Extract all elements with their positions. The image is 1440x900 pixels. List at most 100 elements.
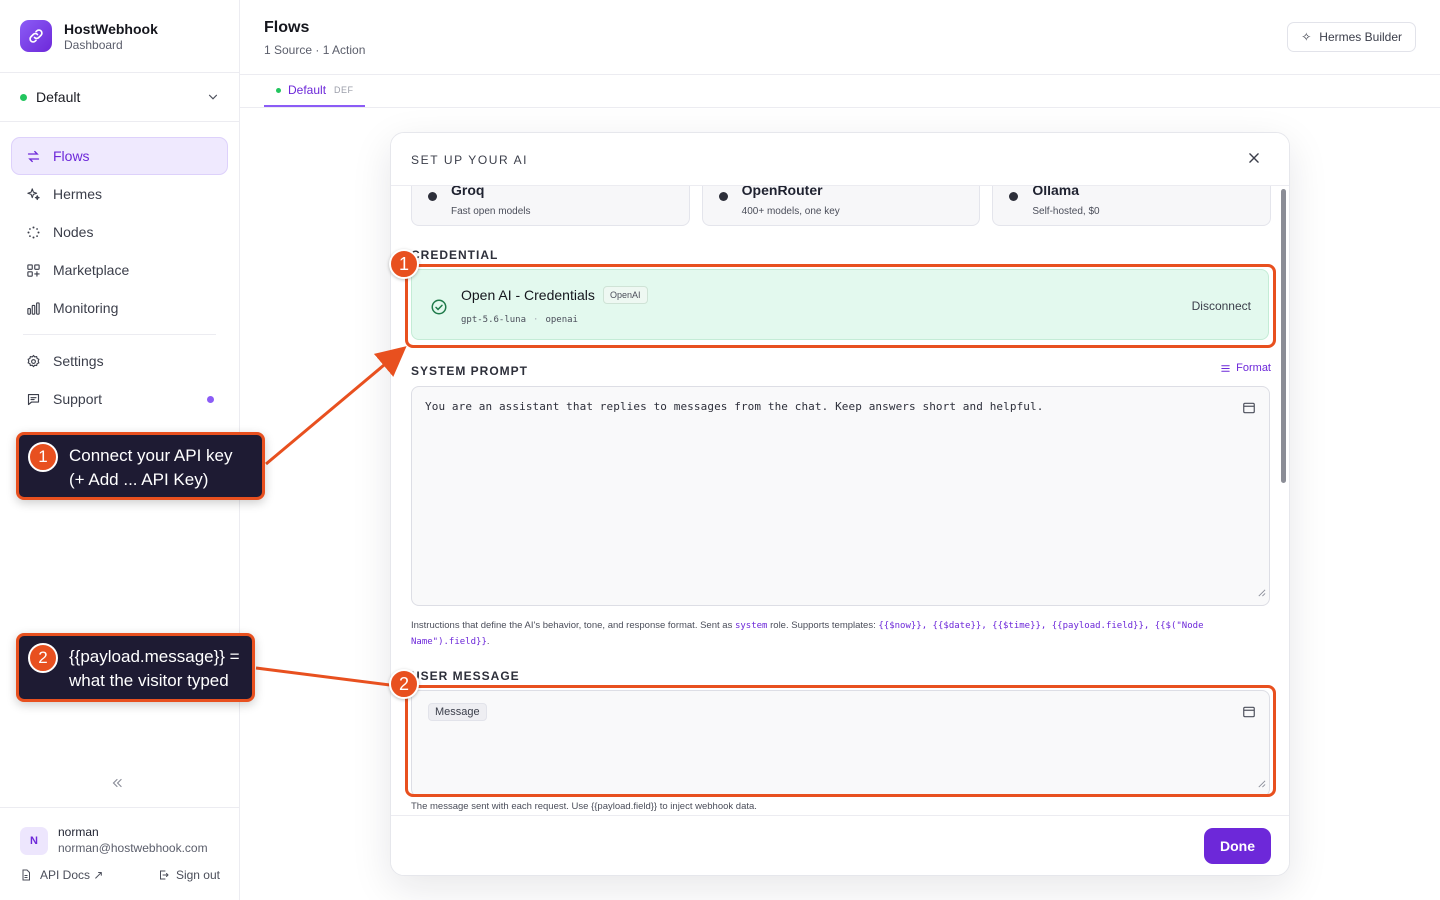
arrow-1 [265, 346, 407, 466]
provider-desc: Fast open models [451, 206, 531, 217]
arrow-2 [255, 666, 399, 688]
provider-desc: Self-hosted, $0 [1032, 206, 1100, 217]
sidebar-item-flows[interactable]: Flows [11, 137, 228, 175]
sidebar-item-label: Settings [53, 353, 104, 369]
brand-name: HostWebhook [64, 20, 158, 37]
system-prompt-label: SYSTEM PROMPT [411, 364, 529, 378]
callout-2: 2 {{payload.message}} = what the visitor… [16, 633, 255, 702]
system-prompt-value: You are an assistant that replies to mes… [425, 400, 1044, 413]
hermes-builder-button[interactable]: ✧ Hermes Builder [1287, 22, 1416, 52]
provider-list: Groq Fast open models OpenRouter 400+ mo… [411, 186, 1272, 226]
bar-chart-icon [25, 300, 41, 316]
sidebar-item-label: Hermes [53, 186, 103, 202]
sidebar-item-nodes[interactable]: Nodes [11, 213, 228, 251]
radio-dot [1009, 192, 1019, 201]
nodes-icon [25, 224, 41, 240]
divider [0, 807, 239, 808]
callout-1: 1 Connect your API key (+ Add ... API Ke… [16, 432, 265, 500]
divider [0, 121, 239, 122]
provider-desc: 400+ models, one key [741, 206, 840, 217]
collapse-sidebar-icon[interactable] [110, 776, 124, 795]
sparkles-icon [25, 186, 41, 202]
help-text: . [486, 636, 490, 647]
divider [0, 72, 239, 73]
format-button[interactable]: Format [1220, 362, 1271, 374]
sign-out-button[interactable]: Sign out [158, 868, 220, 882]
sidebar-item-label: Support [53, 391, 103, 407]
radio-dot [428, 192, 437, 201]
help-text: role. Supports templates: [767, 620, 879, 631]
avatar: N [20, 826, 48, 855]
provider-card-openrouter[interactable]: OpenRouter 400+ models, one key [701, 186, 981, 226]
highlight-user-message [405, 685, 1276, 797]
callout-number: 1 [28, 442, 58, 472]
grid-plus-icon [25, 262, 41, 278]
page-title: Flows [264, 19, 310, 36]
sidebar-item-settings[interactable]: Settings [11, 342, 228, 380]
user-name: norman [58, 825, 99, 839]
tab-label: Default [288, 83, 327, 97]
callout-text: {{payload.message}} = what the visitor t… [69, 647, 240, 690]
annotation-marker-2: 2 [389, 669, 419, 699]
modal-title: SET UP YOUR AI [411, 153, 529, 167]
resize-handle-icon[interactable] [1257, 584, 1266, 602]
help-text: Instructions that define the AI's behavi… [411, 620, 735, 631]
page-subtitle: 1 Source · 1 Action [264, 43, 366, 57]
modal-footer: Done [391, 815, 1289, 875]
chat-icon [25, 391, 41, 407]
api-docs-label: API Docs ↗ [40, 868, 104, 882]
sidebar-item-support[interactable]: Support [11, 380, 228, 418]
scrollbar[interactable] [1281, 189, 1286, 483]
system-prompt-textarea[interactable]: You are an assistant that replies to mes… [411, 386, 1270, 606]
status-dot [276, 87, 281, 93]
sidebar-item-hermes[interactable]: Hermes [11, 175, 228, 213]
flow-tabs: Default DEF [240, 75, 1440, 108]
page-header: Flows 1 Source · 1 Action ✧ Hermes Build… [240, 0, 1440, 75]
workspace-name: Default [36, 89, 81, 105]
workspace-selector[interactable]: Default [20, 86, 220, 108]
provider-card-groq[interactable]: Groq Fast open models [411, 186, 690, 226]
tab-default[interactable]: Default DEF [264, 75, 365, 107]
sidebar-item-marketplace[interactable]: Marketplace [11, 251, 228, 289]
modal-header: SET UP YOUR AI [391, 133, 1289, 186]
link-icon [20, 20, 52, 52]
sidebar-nav: Flows Hermes Nodes Marketplace Monitorin… [11, 137, 228, 418]
callout-number: 2 [28, 643, 58, 673]
api-docs-link[interactable]: API Docs ↗ [20, 868, 103, 882]
document-icon [22, 869, 30, 881]
lines-icon [1221, 364, 1230, 372]
brand-subtitle: Dashboard [64, 37, 123, 52]
sign-out-label: Sign out [175, 868, 220, 882]
sidebar-item-monitoring[interactable]: Monitoring [11, 289, 228, 327]
status-dot [20, 93, 27, 101]
format-label: Format [1236, 362, 1271, 374]
brand[interactable]: HostWebhook Dashboard [20, 20, 158, 52]
chevron-down-icon [206, 90, 220, 109]
system-prompt-help: Instructions that define the AI's behavi… [411, 618, 1241, 650]
annotation-marker-1: 1 [389, 249, 419, 279]
user-profile[interactable]: N norman norman@hostwebhook.com [20, 825, 208, 856]
gear-icon [25, 353, 41, 369]
divider [23, 334, 216, 335]
credential-label: CREDENTIAL [411, 248, 499, 262]
close-icon[interactable] [1247, 149, 1261, 170]
user-email: norman@hostwebhook.com [58, 841, 208, 855]
user-message-help: The message sent with each request. Use … [411, 801, 757, 812]
provider-name: Ollama [1032, 186, 1080, 198]
done-button[interactable]: Done [1204, 828, 1271, 864]
radio-dot [718, 192, 728, 201]
callout-text: Connect your API key (+ Add ... API Key) [69, 446, 233, 489]
sidebar-item-label: Nodes [53, 224, 94, 240]
notification-dot [207, 395, 214, 403]
sidebar-item-label: Flows [53, 148, 90, 164]
highlight-credential [405, 264, 1276, 348]
sparkle-icon: ✧ [1301, 30, 1312, 44]
provider-card-ollama[interactable]: Ollama Self-hosted, $0 [992, 186, 1272, 226]
arrows-swap-icon [25, 148, 41, 164]
role-code: system [734, 621, 768, 631]
sidebar-item-label: Monitoring [53, 300, 119, 316]
hermes-builder-label: Hermes Builder [1319, 30, 1402, 44]
expand-editor-icon[interactable] [1242, 401, 1256, 420]
sidebar-footer: API Docs ↗ Sign out [20, 868, 220, 882]
sidebar-item-label: Marketplace [53, 262, 130, 278]
